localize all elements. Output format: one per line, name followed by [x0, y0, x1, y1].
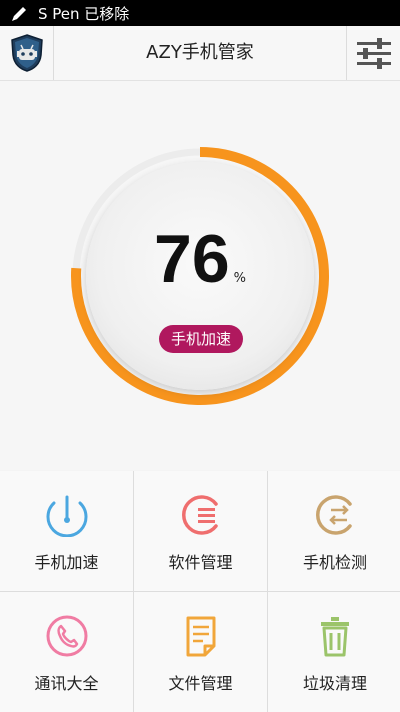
- phone-call-icon: [46, 615, 87, 657]
- tool-label: 手机加速: [34, 553, 99, 572]
- phone-check-icon: [316, 495, 352, 535]
- sliders-icon: [356, 38, 391, 69]
- boost-button[interactable]: 手机加速: [159, 325, 243, 353]
- status-text: S Pen 已移除: [38, 4, 130, 23]
- percent-display: 76%: [86, 220, 314, 298]
- tool-junk-clean[interactable]: 垃圾清理: [268, 592, 400, 712]
- tool-label: 软件管理: [168, 553, 233, 572]
- tool-app-manage[interactable]: 软件管理: [134, 471, 267, 591]
- tool-file-manage[interactable]: 文件管理: [134, 592, 267, 712]
- gauge-center: 76% 手机加速: [86, 162, 314, 390]
- speedometer-icon: [46, 495, 87, 537]
- tool-label: 垃圾清理: [302, 674, 367, 693]
- trash-icon: [321, 617, 349, 657]
- app-logo[interactable]: [0, 26, 54, 80]
- percent-unit: %: [233, 271, 246, 286]
- memory-gauge: 76% 手机加速: [70, 146, 330, 406]
- app-manage-icon: [181, 495, 218, 535]
- tool-label: 通讯大全: [34, 674, 99, 693]
- app-header: AZY手机管家: [0, 26, 400, 81]
- page-title: AZY手机管家: [146, 42, 254, 63]
- tool-phone-boost[interactable]: 手机加速: [0, 471, 133, 591]
- tool-label: 文件管理: [168, 674, 233, 693]
- status-bar: S Pen 已移除: [0, 0, 400, 26]
- percent-value: 76: [154, 221, 230, 297]
- tool-contacts[interactable]: 通讯大全: [0, 592, 133, 712]
- tool-grid: 手机加速 软件管理 手机检测 通讯大全 文件管理 垃圾清理: [0, 471, 400, 712]
- shield-robot-icon: [10, 34, 43, 72]
- file-icon: [186, 616, 215, 657]
- pen-icon: [12, 7, 26, 21]
- tool-phone-check[interactable]: 手机检测: [268, 471, 400, 591]
- gauge-area: 76% 手机加速: [0, 81, 400, 470]
- settings-button[interactable]: [346, 26, 400, 80]
- tool-label: 手机检测: [302, 553, 367, 572]
